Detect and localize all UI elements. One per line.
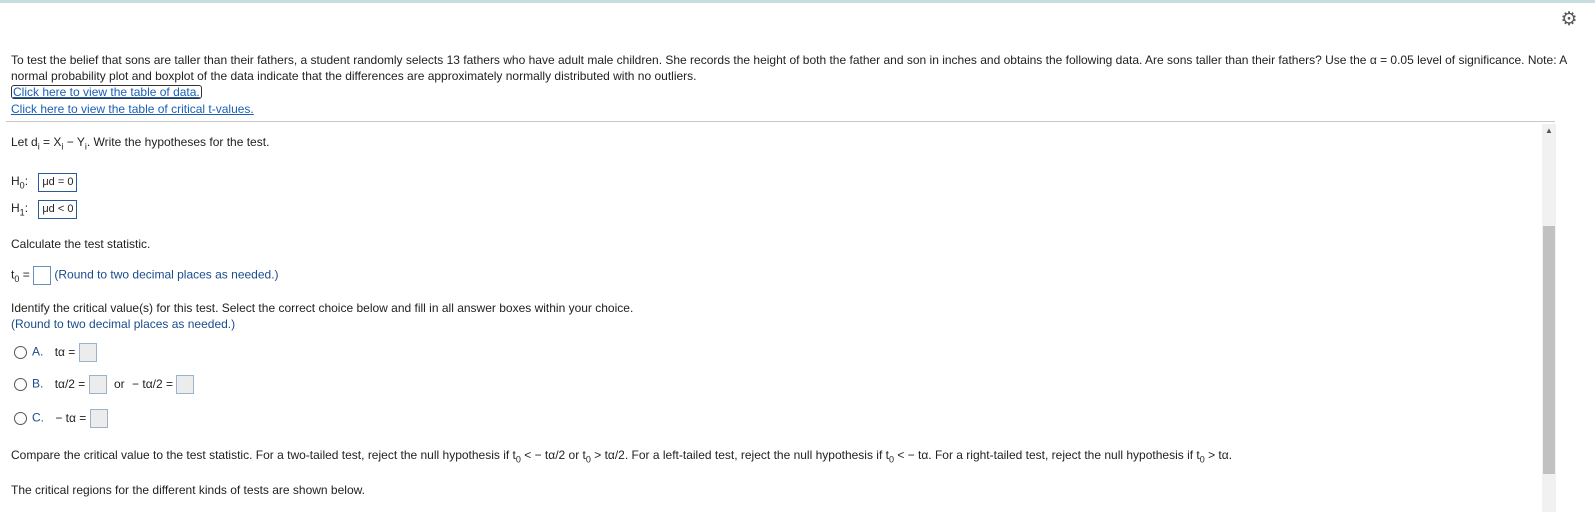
critical-prompt: Identify the critical value(s) for this … xyxy=(11,301,634,315)
test-statistic-row: t0 = (Round to two decimal places as nee… xyxy=(11,266,279,285)
top-rule xyxy=(0,0,1595,3)
alt-hypothesis: H1: μd < 0 xyxy=(11,197,78,219)
scroll-up-icon[interactable]: ▲ xyxy=(1543,126,1555,136)
scrollbar-thumb[interactable] xyxy=(1543,226,1555,474)
choice-c-radio[interactable] xyxy=(14,412,27,425)
null-hypothesis-answer[interactable]: μd = 0 xyxy=(38,173,78,192)
t-values-link[interactable]: Click here to view the table of critical… xyxy=(11,101,1581,117)
choice-b-input-right[interactable] xyxy=(176,375,195,394)
choice-a[interactable]: A. tα = xyxy=(14,343,97,362)
choice-c[interactable]: C. − tα = xyxy=(14,409,108,428)
calc-prompt: Calculate the test statistic. xyxy=(11,237,151,251)
test-statistic-input[interactable] xyxy=(33,266,52,285)
alt-hypothesis-answer[interactable]: μd < 0 xyxy=(38,200,78,219)
choice-b-input-left[interactable] xyxy=(88,375,107,394)
critical-round-hint: (Round to two decimal places as needed.) xyxy=(11,317,236,331)
choice-a-radio[interactable] xyxy=(14,346,27,359)
choice-c-input[interactable] xyxy=(89,409,108,428)
data-table-link[interactable]: Click here to view the table of data. xyxy=(11,85,202,99)
define-difference: Let di = Xi − Yi. Write the hypotheses f… xyxy=(11,135,270,152)
null-hypothesis: H0: μd = 0 xyxy=(11,170,78,192)
gear-icon[interactable]: ⚙ xyxy=(1560,10,1578,29)
choice-b-radio[interactable] xyxy=(14,378,27,391)
problem-text: To test the belief that sons are taller … xyxy=(11,53,1567,83)
problem-intro: To test the belief that sons are taller … xyxy=(11,52,1581,117)
round-hint: (Round to two decimal places as needed.) xyxy=(54,267,279,282)
divider xyxy=(6,121,1555,122)
choice-b[interactable]: B. tα/2 = or − tα/2 = xyxy=(14,375,195,394)
compare-text: Compare the critical value to the test s… xyxy=(11,448,1233,465)
choice-a-input[interactable] xyxy=(78,343,97,362)
critical-regions-text: The critical regions for the different k… xyxy=(11,483,365,497)
